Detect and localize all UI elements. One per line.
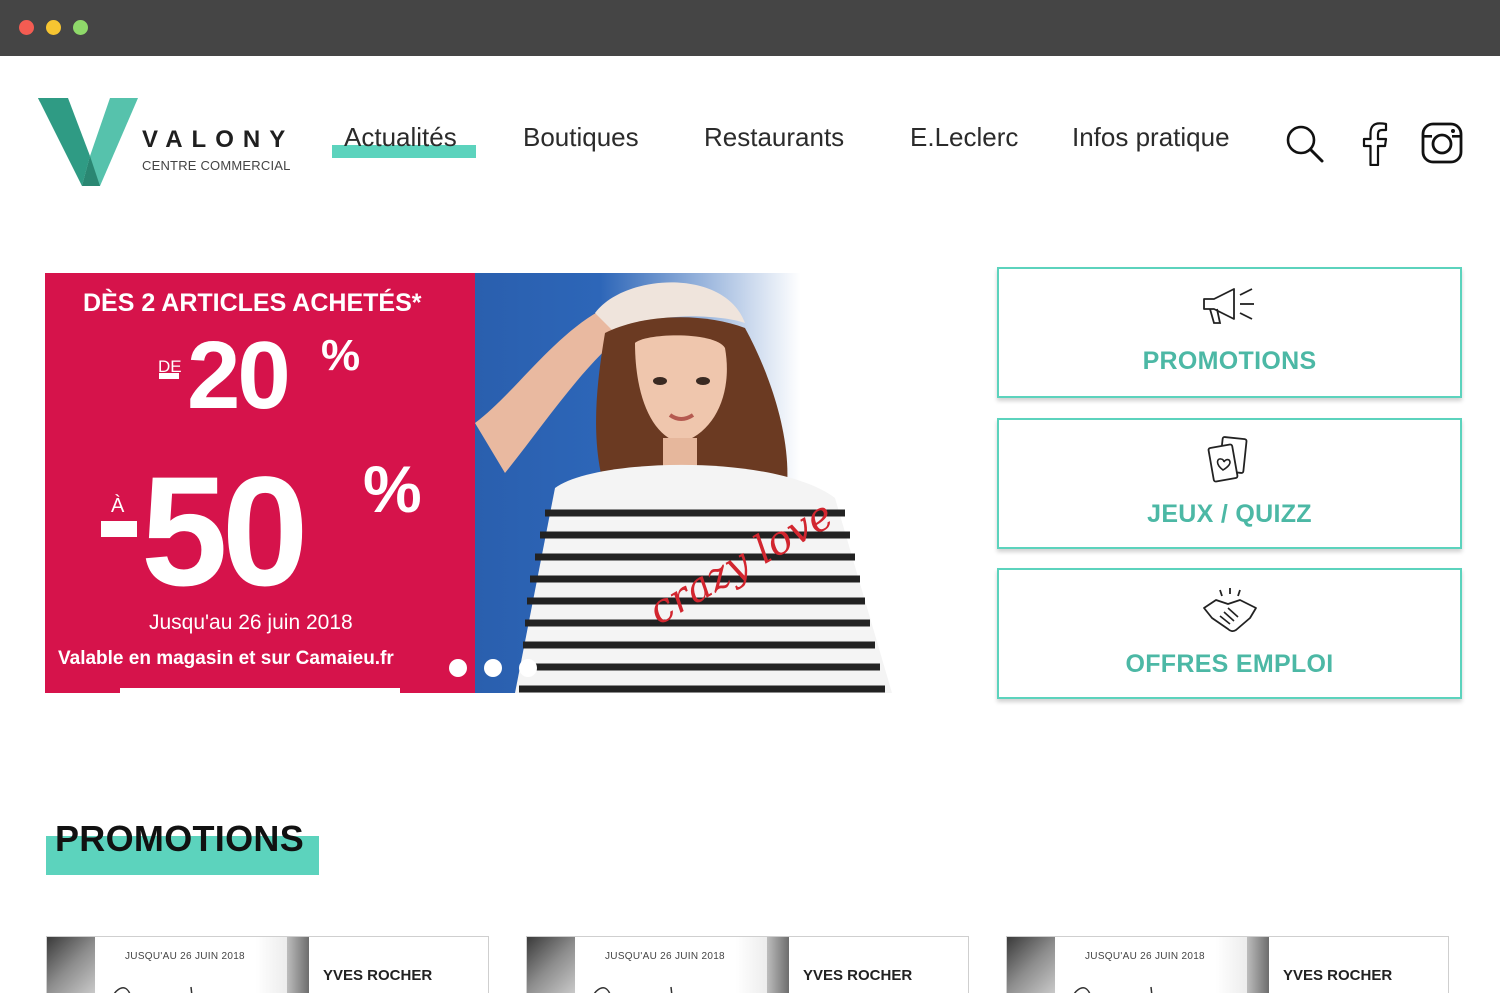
nav-actualites[interactable]: Actualités: [344, 122, 457, 153]
handwriting-graphic: [1073, 986, 1153, 993]
offres-emploi-card-label: OFFRES EMPLOI: [1125, 650, 1334, 678]
handwriting-graphic: [593, 986, 673, 993]
hero-underline: [120, 688, 400, 693]
logo-subtitle: CENTRE COMMERCIAL: [142, 158, 291, 173]
hero-minus-sign-2: [101, 521, 137, 537]
promo-card-2[interactable]: JUSQU'AU 26 JUIN 2018 YVES ROCHER: [526, 936, 969, 993]
hero-photo: crazy love: [475, 273, 892, 693]
model-illustration: crazy love: [475, 282, 892, 693]
handshake-icon: [1200, 586, 1260, 641]
logo-v-icon: [38, 98, 138, 186]
promo-card-brand: YVES ROCHER: [803, 967, 913, 984]
hero-carousel[interactable]: DÈS 2 ARTICLES ACHETÉS* DE 20 % À 50 % J…: [45, 273, 892, 693]
promo-card-3[interactable]: JUSQU'AU 26 JUIN 2018 YVES ROCHER: [1006, 936, 1449, 993]
promo-card-image: JUSQU'AU 26 JUIN 2018: [47, 937, 309, 993]
cards-icon: [1205, 436, 1255, 491]
carousel-dot-3[interactable]: [519, 659, 537, 677]
instagram-icon[interactable]: [1421, 122, 1463, 169]
facebook-icon[interactable]: [1360, 122, 1390, 171]
offres-emploi-card[interactable]: OFFRES EMPLOI: [997, 568, 1462, 699]
promotions-card-label: PROMOTIONS: [1142, 347, 1317, 375]
handwriting-graphic: [113, 986, 193, 993]
hero-validity: Valable en magasin et sur Camaieu.fr: [58, 648, 394, 669]
megaphone-icon: [1200, 285, 1260, 332]
hero-from-value: 20: [187, 322, 291, 429]
promo-card-1[interactable]: JUSQU'AU 26 JUIN 2018 YVES ROCHER: [46, 936, 489, 993]
section-title: PROMOTIONS: [55, 818, 305, 859]
hero-to-prefix: À: [111, 495, 125, 517]
nav-infos-pratique[interactable]: Infos pratique: [1072, 122, 1230, 153]
close-window-button[interactable]: [19, 20, 34, 35]
promo-card-date: JUSQU'AU 26 JUIN 2018: [605, 951, 725, 962]
carousel-dot-2[interactable]: [484, 659, 502, 677]
jeux-quizz-card[interactable]: JEUX / QUIZZ: [997, 418, 1462, 549]
promo-card-brand: YVES ROCHER: [323, 967, 433, 984]
jeux-quizz-card-label: JEUX / QUIZZ: [1147, 500, 1312, 528]
hero-offer-panel: DÈS 2 ARTICLES ACHETÉS* DE 20 % À 50 % J…: [45, 273, 475, 693]
nav-restaurants[interactable]: Restaurants: [704, 122, 844, 153]
page: VALONY CENTRE COMMERCIAL Actualités Bout…: [0, 56, 1500, 993]
hero-date: Jusqu'au 26 juin 2018: [149, 611, 353, 634]
maximize-window-button[interactable]: [73, 20, 88, 35]
nav-eleclerc[interactable]: E.Leclerc: [910, 122, 1018, 153]
hero-minus-sign: [159, 373, 179, 379]
minimize-window-button[interactable]: [46, 20, 61, 35]
promo-leaf-image: [527, 937, 575, 993]
promo-card-image: JUSQU'AU 26 JUIN 2018: [1007, 937, 1269, 993]
promo-card-image: JUSQU'AU 26 JUIN 2018: [527, 937, 789, 993]
hero-percent-2: %: [363, 452, 422, 526]
promo-card-date: JUSQU'AU 26 JUIN 2018: [125, 951, 245, 962]
carousel-dot-1[interactable]: [449, 659, 467, 677]
promo-leaf-image-right: [287, 937, 309, 993]
logo-name: VALONY: [142, 126, 295, 153]
promo-leaf-image: [1007, 937, 1055, 993]
nav-boutiques[interactable]: Boutiques: [523, 122, 639, 153]
promo-leaf-image: [47, 937, 95, 993]
promo-leaf-image-right: [767, 937, 789, 993]
site-logo[interactable]: VALONY CENTRE COMMERCIAL: [38, 96, 298, 188]
promotions-section-heading: PROMOTIONS: [46, 818, 319, 875]
hero-to-value: 50: [141, 445, 309, 619]
hero-headline: DÈS 2 ARTICLES ACHETÉS*: [83, 289, 422, 317]
promo-leaf-image-right: [1247, 937, 1269, 993]
window-titlebar: [0, 0, 1500, 56]
promo-card-date: JUSQU'AU 26 JUIN 2018: [1085, 951, 1205, 962]
hero-percent-1: %: [321, 331, 361, 380]
search-icon[interactable]: [1285, 124, 1325, 169]
promotions-card[interactable]: PROMOTIONS: [997, 267, 1462, 398]
promo-card-brand: YVES ROCHER: [1283, 967, 1393, 984]
